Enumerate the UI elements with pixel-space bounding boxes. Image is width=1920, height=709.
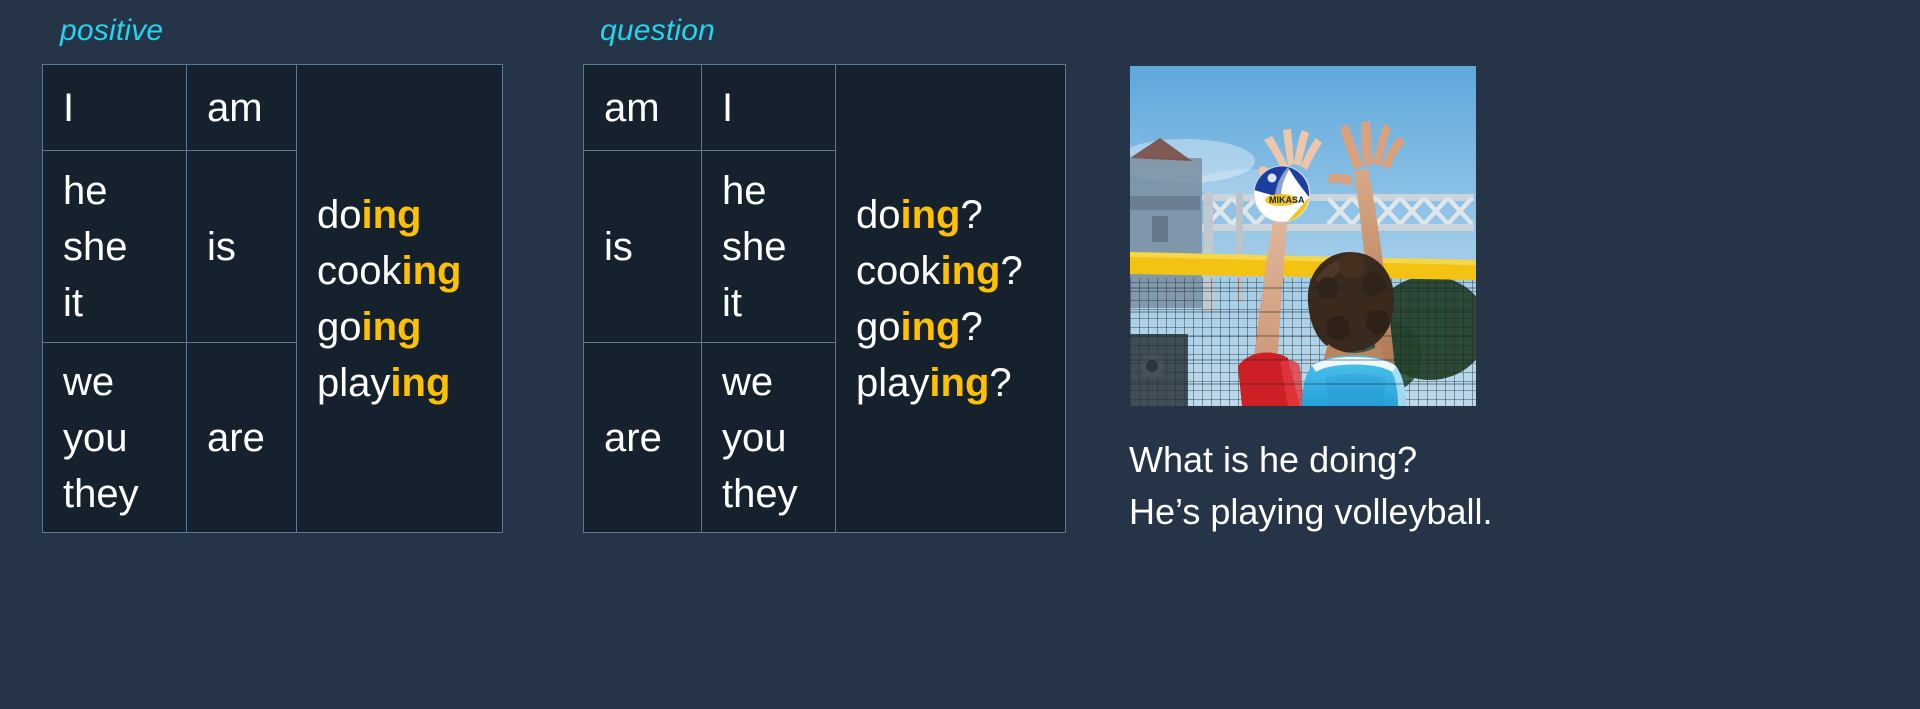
volleyball-photo-illustration: MIKASA <box>1130 66 1476 406</box>
verb-ing-suffix: ing <box>940 248 1001 293</box>
verb-ing-suffix: ing <box>900 304 961 349</box>
volleyball-photo: MIKASA <box>1130 66 1476 406</box>
slide-canvas: positive question I am doing cooking going… <box>0 0 1920 709</box>
verb-ing-suffix: ing <box>929 360 990 405</box>
verb-stem: play <box>317 360 391 405</box>
positive-subject-cell-1: I <box>42 64 187 151</box>
question-subject-cell-2: he she it <box>701 150 836 343</box>
question-phrases-cell: doing? cooking? going? playing? <box>835 64 1066 533</box>
positive-subject-cell-2: he she it <box>42 150 187 343</box>
caption-line-2: He’s playing volleyball. <box>1129 491 1493 533</box>
verb-ing-suffix: ing <box>900 192 961 237</box>
photo-caption: What is he doing? He’s playing volleybal… <box>1129 434 1493 538</box>
question-mark: ? <box>960 192 983 237</box>
verb-stem: cook <box>317 248 402 293</box>
verb-ing-suffix: ing <box>390 360 451 405</box>
positive-verb-cell-1: am <box>186 64 297 151</box>
positive-form-table: I am doing cooking going playing he she it is… <box>42 64 503 533</box>
question-subject-cell-1: I <box>701 64 836 151</box>
positive-verb-cell-3: are <box>186 342 297 533</box>
question-mark: ? <box>960 304 983 349</box>
ball-brand-text: MIKASA <box>1269 195 1305 205</box>
positive-table-heading: positive <box>60 14 164 47</box>
question-verb-cell-1: am <box>583 64 702 151</box>
question-mark: ? <box>989 360 1012 405</box>
verb-stem: do <box>317 192 362 237</box>
verb-stem: play <box>856 360 930 405</box>
question-verb-cell-3: are <box>583 342 702 533</box>
question-table-heading: question <box>600 14 716 47</box>
positive-subject-cell-3: we you they <box>42 342 187 533</box>
table-row: I am doing cooking going playing <box>42 64 503 533</box>
verb-ing-suffix: ing <box>401 248 462 293</box>
verb-stem: cook <box>856 248 941 293</box>
question-subject-cell-3: we you they <box>701 342 836 533</box>
verb-ing-suffix: ing <box>361 304 422 349</box>
verb-ing-suffix: ing <box>361 192 422 237</box>
question-verb-cell-2: is <box>583 150 702 343</box>
question-mark: ? <box>1000 248 1023 293</box>
verb-stem: do <box>856 192 901 237</box>
positive-phrases-cell: doing cooking going playing <box>296 64 503 533</box>
caption-line-1: What is he doing? <box>1129 439 1418 480</box>
question-form-table: am I doing? cooking? going? playing? is he s… <box>583 64 1066 533</box>
verb-stem: go <box>856 304 901 349</box>
verb-stem: go <box>317 304 362 349</box>
table-row: am I doing? cooking? going? playing? <box>583 64 1066 533</box>
positive-verb-cell-2: is <box>186 150 297 343</box>
